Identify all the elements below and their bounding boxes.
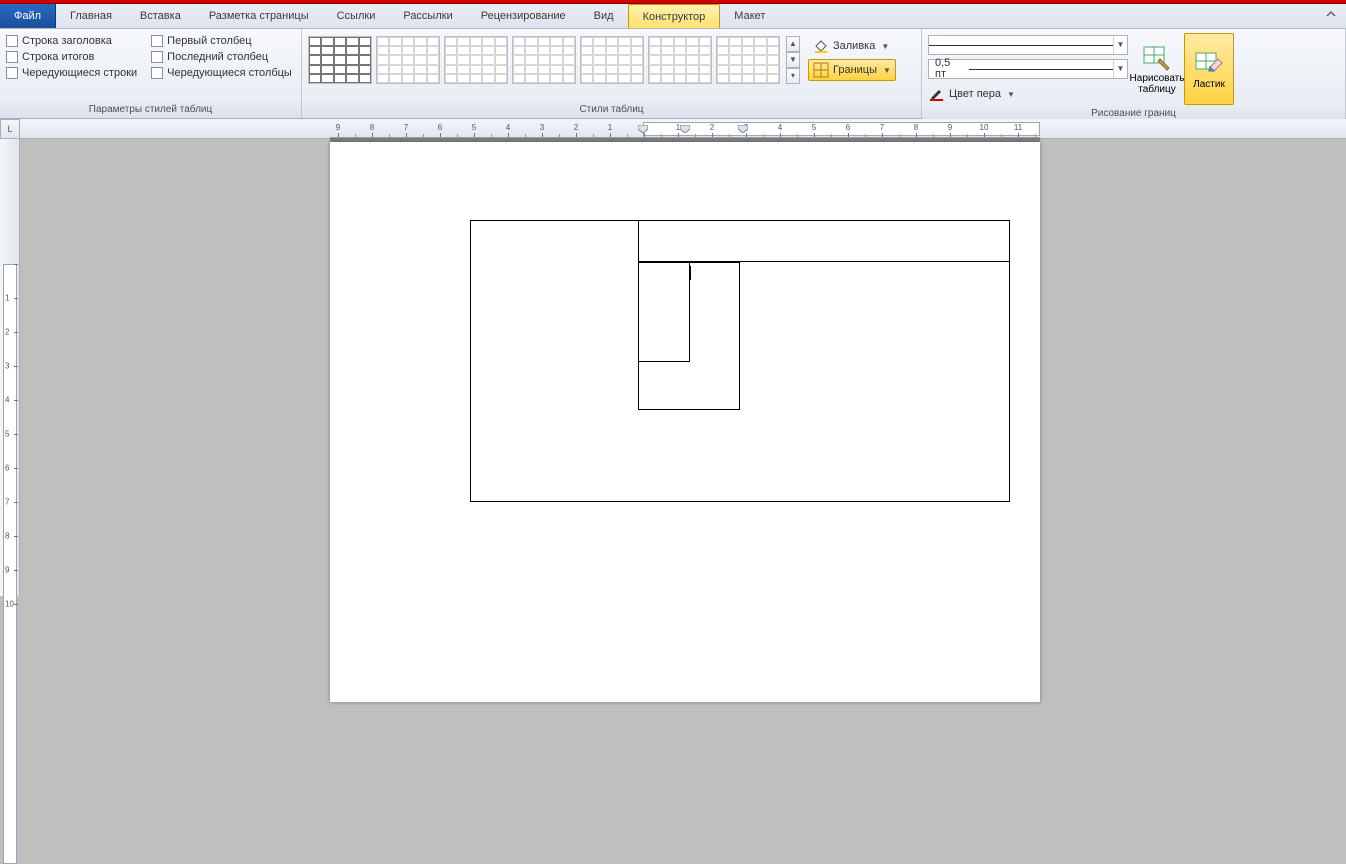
label: Границы [833, 64, 877, 76]
label: Заливка [833, 40, 875, 52]
chk-last-column[interactable]: Последний столбец [151, 51, 292, 63]
chk-label: Строка заголовка [22, 35, 112, 47]
dropdown-icon: ▼ [881, 42, 889, 51]
gallery-scroll: ▲ ▼ ▾ [786, 36, 800, 84]
chk-banded-rows[interactable]: Чередующиеся строки [6, 67, 137, 79]
checkbox-icon [6, 35, 18, 47]
tab-view[interactable]: Вид [580, 4, 628, 28]
document-page[interactable] [330, 142, 1040, 702]
minimize-ribbon-icon[interactable] [1324, 7, 1338, 24]
line-style-combo[interactable]: ▼ [928, 35, 1128, 55]
gallery-scroll-down[interactable]: ▼ [786, 52, 800, 68]
chk-header-row[interactable]: Строка заголовка [6, 35, 137, 47]
gallery-more[interactable]: ▾ [786, 68, 800, 84]
draw-table-button[interactable]: Нарисовать таблицу [1132, 33, 1182, 105]
table-outer[interactable] [470, 220, 1010, 502]
horizontal-ruler[interactable]: 9876543211234567891011 [20, 119, 1346, 139]
tab-review[interactable]: Рецензирование [467, 4, 580, 28]
chk-label: Чередующиеся строки [22, 67, 137, 79]
chk-label: Первый столбец [167, 35, 251, 47]
pen-color-icon [929, 86, 945, 102]
draw-table-icon [1142, 43, 1172, 71]
ribbon-tabs: Файл Главная Вставка Разметка страницы С… [0, 4, 1346, 29]
tab-table-layout[interactable]: Макет [720, 4, 779, 28]
checkbox-icon [6, 67, 18, 79]
chk-label: Чередующиеся столбцы [167, 67, 292, 79]
borders-button[interactable]: Границы ▼ [808, 59, 896, 81]
label: Нарисовать таблицу [1130, 73, 1185, 95]
group-title: Стили таблиц [302, 101, 921, 118]
gallery-scroll-up[interactable]: ▲ [786, 36, 800, 52]
dropdown-icon: ▼ [1007, 90, 1015, 99]
eraser-button[interactable]: Ластик [1184, 33, 1234, 105]
document-workspace: L 9876543211234567891011 12345678910 [0, 119, 1346, 596]
pen-color-button[interactable]: Цвет пера ▼ [928, 83, 1128, 105]
shading-button[interactable]: Заливка ▼ [808, 35, 896, 57]
table-style-thumb[interactable] [716, 36, 780, 84]
chk-label: Последний столбец [167, 51, 268, 63]
tab-page-layout[interactable]: Разметка страницы [195, 4, 323, 28]
label: Ластик [1193, 79, 1225, 90]
group-table-style-options: Строка заголовка Строка итогов Чередующи… [0, 29, 302, 118]
chk-label: Строка итогов [22, 51, 94, 63]
table-style-thumb[interactable] [512, 36, 576, 84]
line-style-preview [929, 45, 1113, 46]
tab-home[interactable]: Главная [56, 4, 126, 28]
value: 0,5 пт [929, 58, 969, 80]
ribbon: Строка заголовка Строка итогов Чередующи… [0, 29, 1346, 119]
line-weight-preview [969, 69, 1113, 70]
table-style-thumb[interactable] [580, 36, 644, 84]
group-draw-borders: ▼ 0,5 пт ▼ Цвет пера ▼ [922, 29, 1346, 118]
line-weight-combo[interactable]: 0,5 пт ▼ [928, 59, 1128, 79]
ruler-corner[interactable]: L [0, 119, 20, 139]
tab-file[interactable]: Файл [0, 4, 56, 28]
eraser-icon [1194, 49, 1224, 77]
checkbox-icon [151, 67, 163, 79]
text-cursor [690, 266, 691, 280]
checkbox-icon [151, 51, 163, 63]
checkbox-icon [151, 35, 163, 47]
tab-references[interactable]: Ссылки [323, 4, 390, 28]
dropdown-icon: ▼ [1113, 60, 1127, 78]
label: Цвет пера [949, 88, 1001, 100]
tab-table-design[interactable]: Конструктор [628, 4, 721, 28]
chk-total-row[interactable]: Строка итогов [6, 51, 137, 63]
borders-icon [813, 62, 829, 78]
table-style-thumb[interactable] [648, 36, 712, 84]
vertical-ruler[interactable]: 12345678910 [0, 139, 20, 596]
group-table-styles: ▲ ▼ ▾ Заливка ▼ Границы [302, 29, 922, 118]
table-row-top[interactable] [638, 220, 1010, 262]
dropdown-icon: ▼ [883, 66, 891, 75]
table-style-thumb[interactable] [376, 36, 440, 84]
dropdown-icon: ▼ [1113, 36, 1127, 54]
tab-insert[interactable]: Вставка [126, 4, 195, 28]
chk-first-column[interactable]: Первый столбец [151, 35, 292, 47]
table-style-thumb[interactable] [308, 36, 372, 84]
tab-mailings[interactable]: Рассылки [389, 4, 466, 28]
table-cell-mid-split[interactable] [638, 262, 690, 362]
table-style-thumb[interactable] [444, 36, 508, 84]
paint-bucket-icon [813, 38, 829, 54]
checkbox-icon [6, 51, 18, 63]
chk-banded-columns[interactable]: Чередующиеся столбцы [151, 67, 292, 79]
group-title: Параметры стилей таблиц [0, 101, 301, 118]
